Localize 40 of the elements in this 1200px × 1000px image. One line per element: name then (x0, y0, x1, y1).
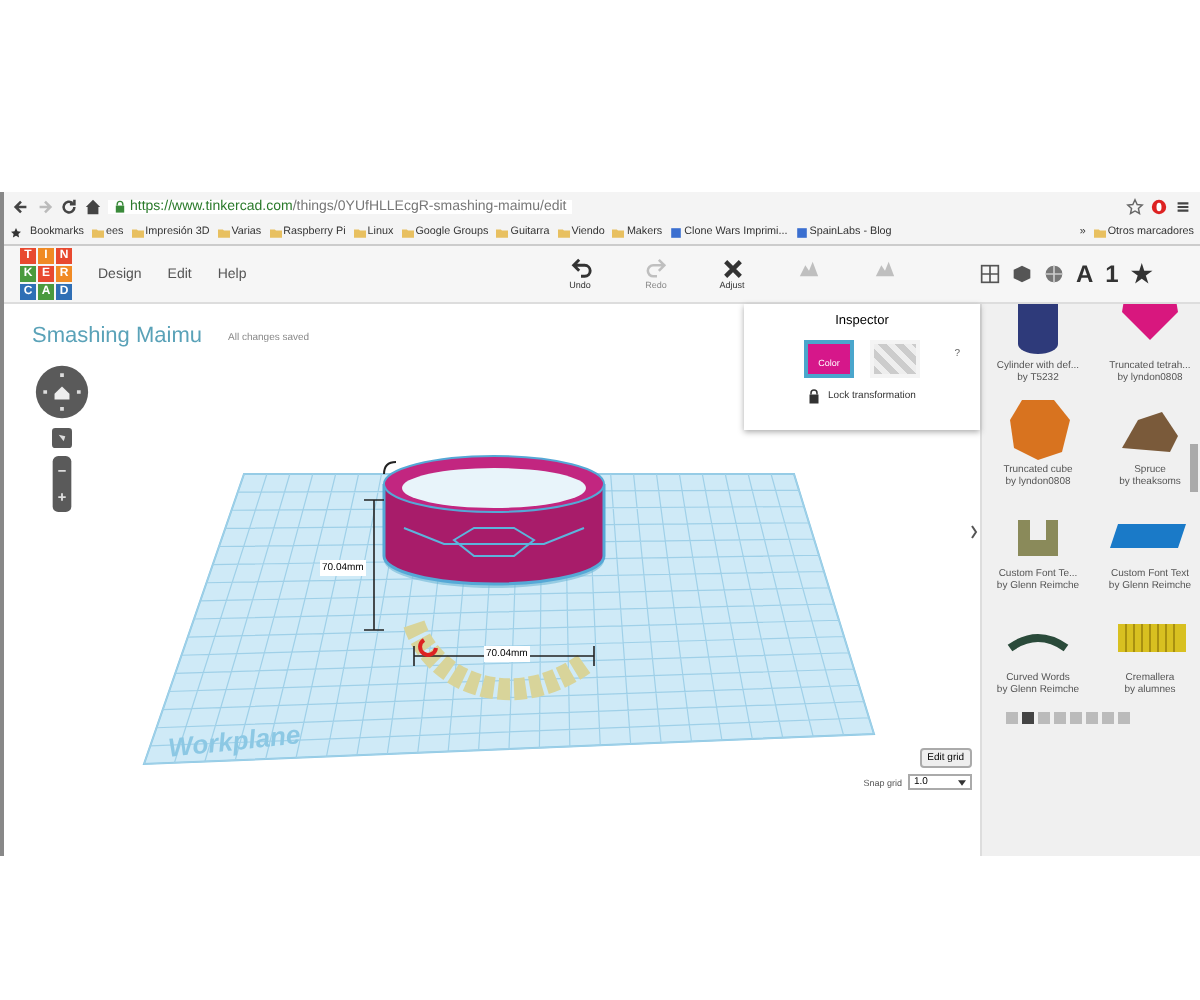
zoom-slider-icon[interactable] (52, 456, 72, 512)
sidebar-tool[interactable]: ★ (1130, 260, 1153, 288)
folder-icon (612, 227, 625, 237)
extension-icon[interactable] (1150, 197, 1168, 215)
sidebar-tool[interactable]: 1 (1105, 260, 1119, 288)
redo-icon (645, 258, 667, 280)
folder-icon (131, 227, 144, 237)
lock-icon (808, 388, 821, 404)
lock-icon (114, 199, 126, 213)
mountains-icon (797, 258, 819, 280)
star-icon[interactable] (1126, 197, 1144, 215)
fit-view-icon[interactable] (52, 428, 72, 448)
cross-icon (721, 258, 743, 280)
star-icon (10, 227, 22, 237)
undo-icon (569, 258, 591, 280)
folder-icon (269, 227, 282, 237)
view-navigation-control[interactable] (34, 364, 90, 420)
workplane-label: Workplane (166, 719, 302, 763)
folder-icon (557, 227, 570, 237)
folder-icon (401, 227, 414, 237)
dropdown-arrow-icon (958, 779, 966, 785)
folder-icon (353, 227, 366, 237)
page-icon (670, 227, 683, 237)
cube-icon[interactable] (1012, 264, 1032, 284)
folder-icon (91, 227, 104, 237)
folder-icon (217, 227, 230, 237)
sphere-icon[interactable] (1044, 264, 1064, 284)
page-icon (795, 227, 808, 237)
hole-swatch[interactable] (870, 340, 920, 378)
reload-icon[interactable] (60, 197, 78, 215)
scrollbar[interactable] (1190, 444, 1198, 492)
folder-icon (1093, 227, 1106, 237)
home-icon[interactable] (84, 197, 102, 215)
grid-view-icon[interactable] (980, 264, 1000, 284)
back-icon[interactable] (12, 197, 30, 215)
sidebar-tool[interactable]: A (1076, 260, 1094, 288)
chevron-right-icon[interactable] (970, 524, 978, 540)
mountains-icon (873, 258, 895, 280)
folder-icon (496, 227, 509, 237)
menu-icon[interactable] (1174, 197, 1192, 215)
